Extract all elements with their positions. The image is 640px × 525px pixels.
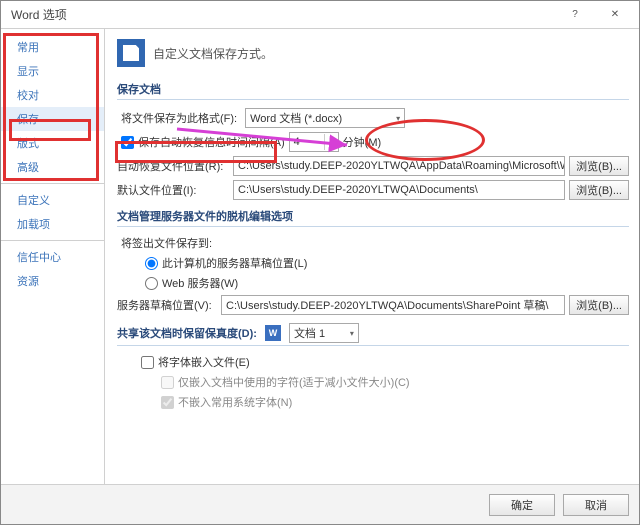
ok-button[interactable]: 确定 xyxy=(489,494,555,516)
sidebar-item-addins[interactable]: 加载项 xyxy=(1,212,104,236)
page-headline: 自定义文档保存方式。 xyxy=(153,45,273,62)
dialog-title: Word 选项 xyxy=(11,6,555,23)
drafts-location-field[interactable]: C:\Users\study.DEEP-2020YLTWQA\Documents… xyxy=(221,295,565,315)
sidebar-item-customize[interactable]: 自定义 xyxy=(1,188,104,212)
radio-web-server-label: Web 服务器(W) xyxy=(162,275,238,291)
titlebar: Word 选项 ? ✕ xyxy=(1,1,639,29)
skip-system-fonts-checkbox xyxy=(161,396,174,409)
save-icon xyxy=(117,39,145,67)
annotation-arrow xyxy=(177,109,287,111)
skip-system-fonts-label: 不嵌入常用系统字体(N) xyxy=(178,394,292,410)
dialog-footer: 确定 取消 xyxy=(1,484,639,524)
radio-local-drafts[interactable] xyxy=(145,257,158,270)
sidebar-item-trust[interactable]: 信任中心 xyxy=(1,245,104,269)
drafts-location-label: 服务器草稿位置(V): xyxy=(117,297,217,313)
section-fidelity: 共享该文档时保留保真度(D): xyxy=(117,325,257,341)
word-options-dialog: Word 选项 ? ✕ 常用 显示 校对 保存 版式 高级 自定义 加载项 信任… xyxy=(0,0,640,525)
sidebar-item-advanced[interactable]: 高级 xyxy=(1,155,104,179)
cancel-button[interactable]: 取消 xyxy=(563,494,629,516)
sidebar-item-display[interactable]: 显示 xyxy=(1,59,104,83)
radio-local-drafts-label: 此计算机的服务器草稿位置(L) xyxy=(162,255,307,271)
sidebar-item-general[interactable]: 常用 xyxy=(1,35,104,59)
browse-recovery-button[interactable]: 浏览(B)... xyxy=(569,156,629,176)
embed-fonts-checkbox[interactable] xyxy=(141,356,154,369)
close-button[interactable]: ✕ xyxy=(595,4,635,26)
sidebar-item-save[interactable]: 保存 xyxy=(1,107,104,131)
radio-web-server[interactable] xyxy=(145,277,158,290)
browse-drafts-button[interactable]: 浏览(B)... xyxy=(569,295,629,315)
sidebar-item-layout[interactable]: 版式 xyxy=(1,131,104,155)
embed-used-chars-checkbox xyxy=(161,376,174,389)
section-offline-editing: 文档管理服务器文件的脱机编辑选项 xyxy=(117,206,629,227)
sidebar-item-resources[interactable]: 资源 xyxy=(1,269,104,293)
default-location-field[interactable]: C:\Users\study.DEEP-2020YLTWQA\Documents… xyxy=(233,180,565,200)
autosave-checkbox[interactable] xyxy=(121,136,134,149)
embed-used-chars-label: 仅嵌入文档中使用的字符(适于减小文件大小)(C) xyxy=(178,374,410,390)
category-sidebar: 常用 显示 校对 保存 版式 高级 自定义 加载项 信任中心 资源 xyxy=(1,29,105,484)
fidelity-document-combo[interactable]: 文档 1 ▾ xyxy=(289,323,359,343)
browse-default-button[interactable]: 浏览(B)... xyxy=(569,180,629,200)
checkout-label: 将签出文件保存到: xyxy=(121,235,212,251)
sidebar-item-proofing[interactable]: 校对 xyxy=(1,83,104,107)
default-location-label: 默认文件位置(I): xyxy=(117,182,229,198)
section-save-documents: 保存文档 xyxy=(117,79,629,100)
chevron-down-icon: ▾ xyxy=(396,114,400,123)
chevron-down-icon: ▾ xyxy=(350,329,354,338)
help-button[interactable]: ? xyxy=(555,4,595,26)
document-icon: W xyxy=(265,325,281,341)
main-panel: 自定义文档保存方式。 保存文档 将文件保存为此格式(F): Word 文档 (*… xyxy=(105,29,639,484)
embed-fonts-label: 将字体嵌入文件(E) xyxy=(158,354,250,370)
